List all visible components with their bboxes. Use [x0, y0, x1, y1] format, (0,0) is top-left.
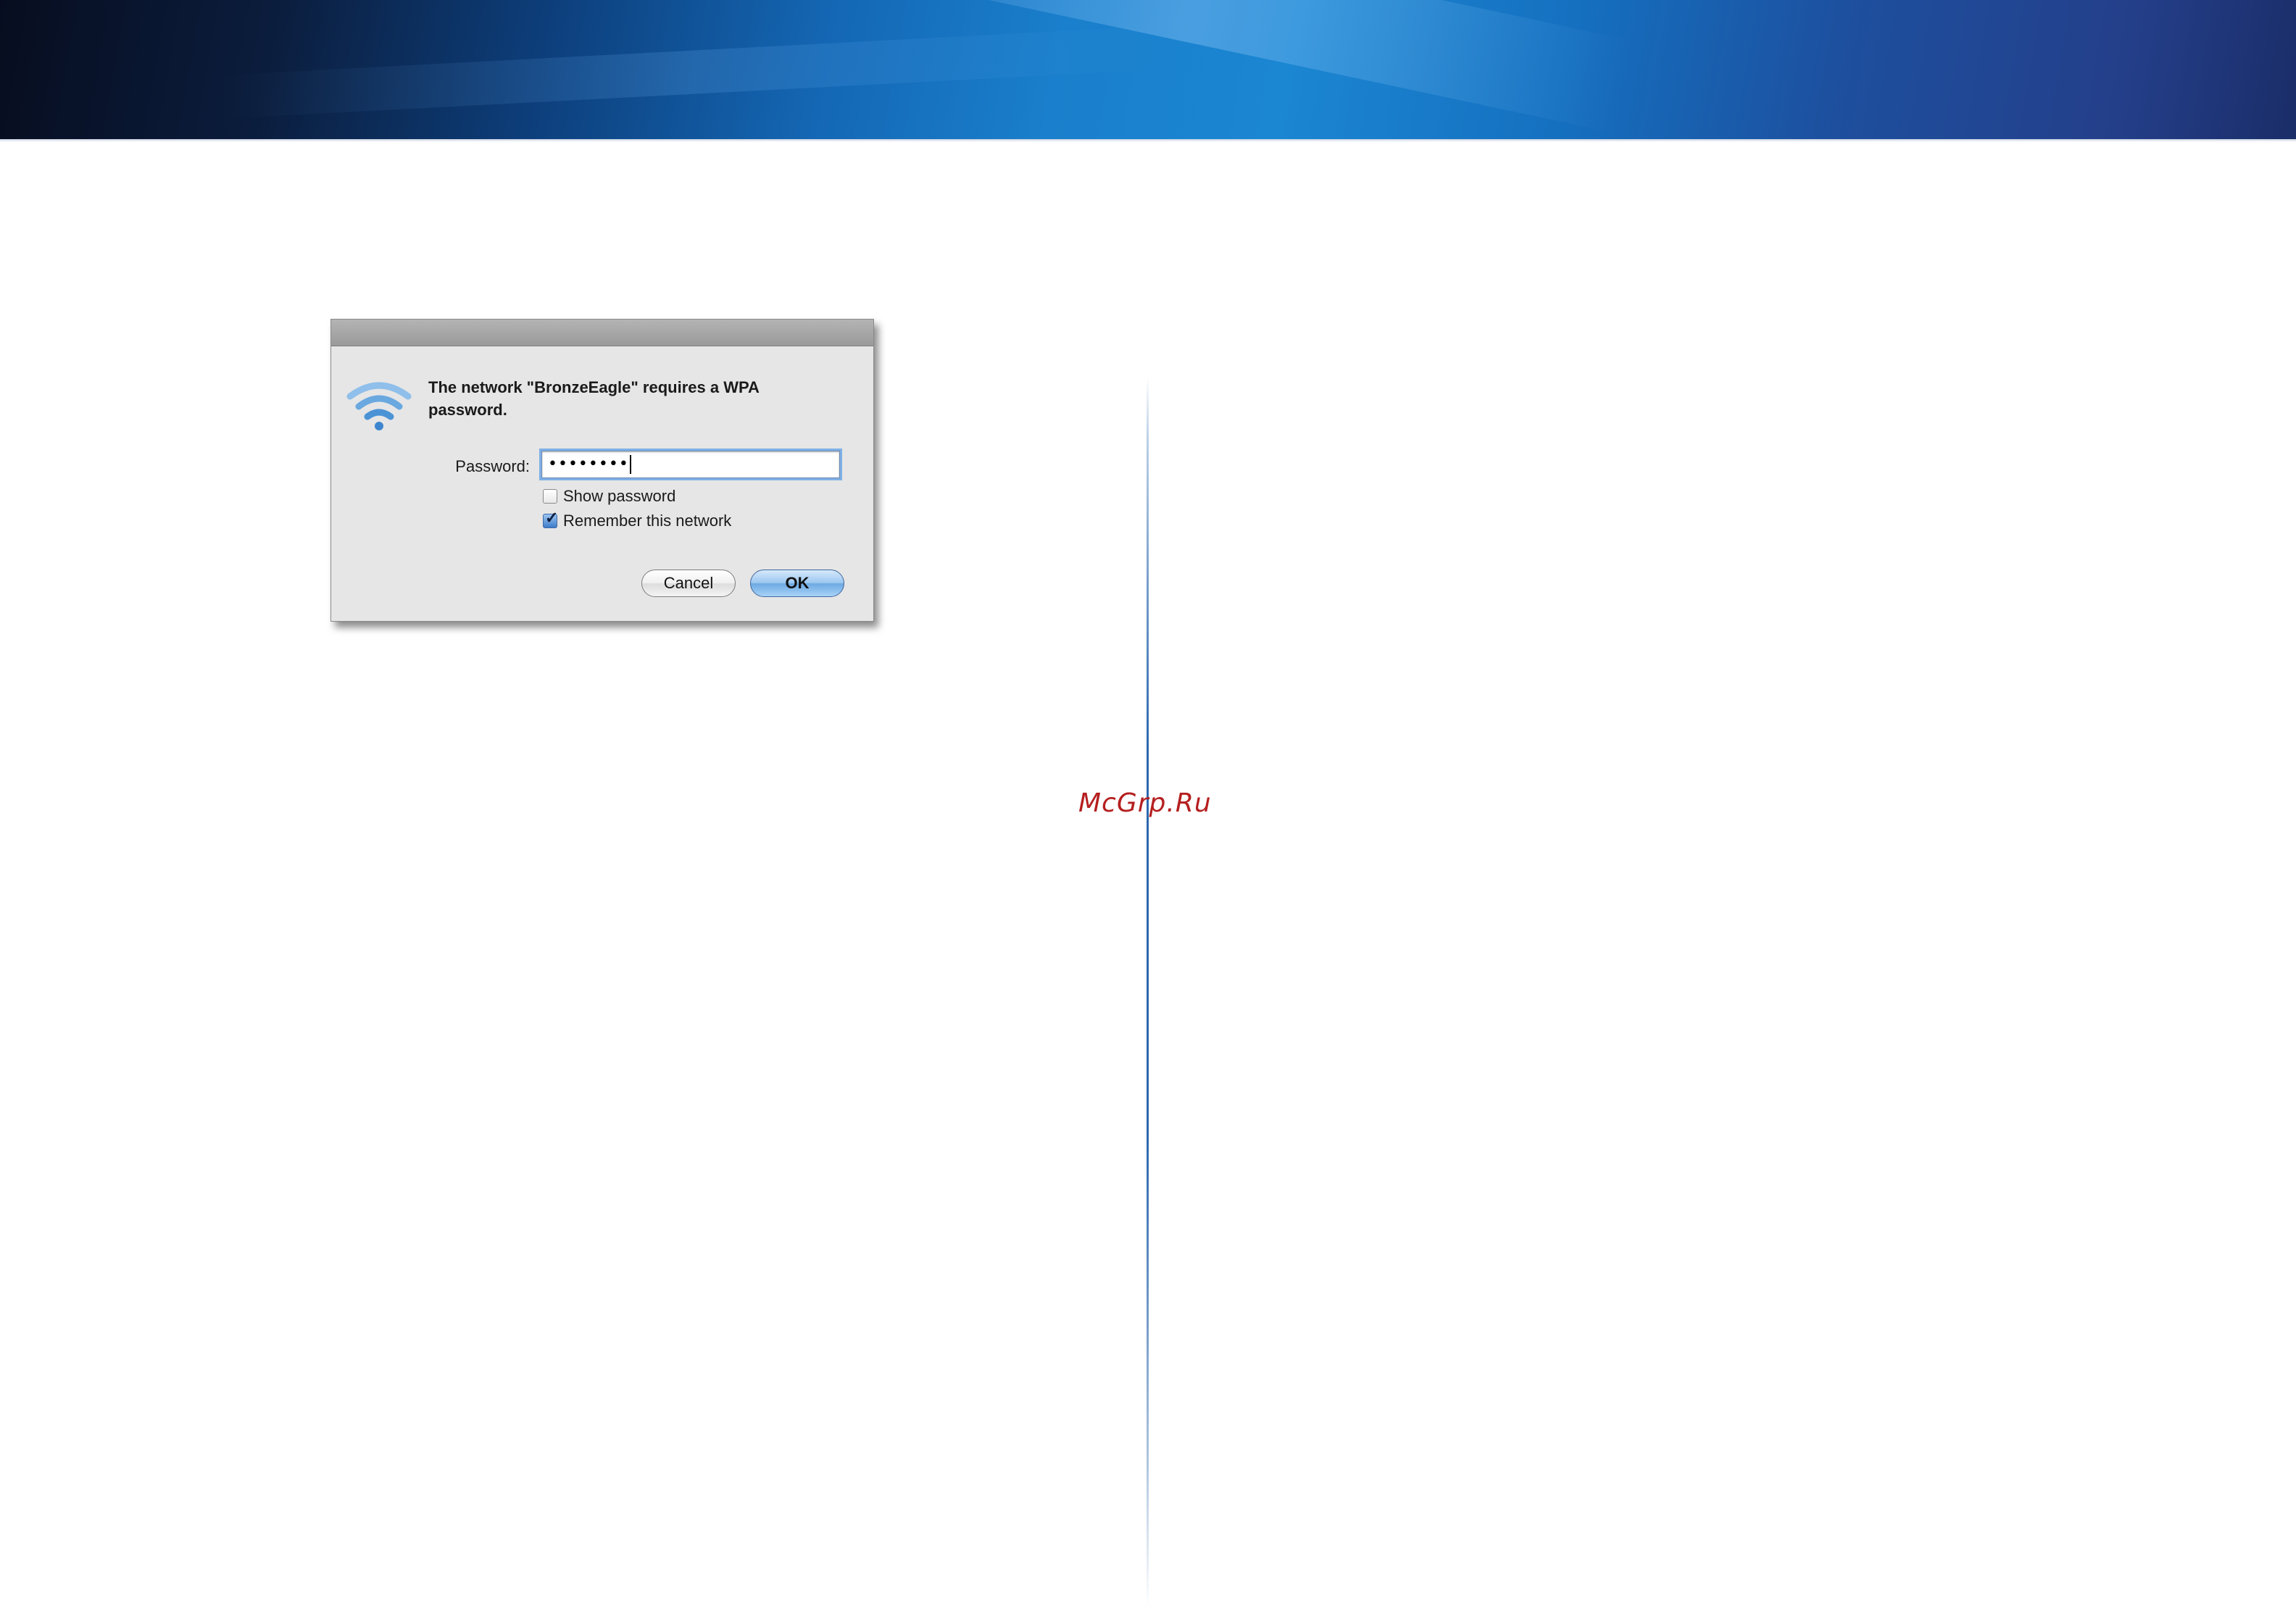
password-field[interactable]: •••••••• [541, 451, 840, 478]
banner-light-streak [217, 26, 1160, 119]
remember-network-checkbox[interactable]: ✓ [543, 510, 558, 528]
show-password-row[interactable]: Show password [543, 486, 675, 506]
wifi-icon [346, 382, 412, 430]
show-password-checkbox[interactable] [543, 489, 557, 504]
remember-network-row[interactable]: ✓ Remember this network [543, 510, 732, 531]
remember-network-label: Remember this network [563, 512, 732, 530]
header-banner [0, 0, 2296, 139]
checkmark-icon: ✓ [545, 509, 559, 527]
watermark: McGrp.Ru [1078, 788, 1212, 818]
text-caret [629, 455, 631, 474]
dialog-message: The network "BronzeEagle" requires a WPA… [428, 376, 849, 421]
dialog-titlebar[interactable] [331, 320, 873, 346]
banner-edge [0, 139, 2296, 142]
show-password-label: Show password [563, 487, 676, 505]
password-label: Password: [455, 457, 530, 475]
dialog-message-line: The network "BronzeEagle" requires a WPA [428, 378, 760, 396]
dialog-message-line: password. [428, 401, 507, 419]
ok-button[interactable]: OK [750, 570, 844, 597]
column-divider [1147, 377, 1149, 1609]
password-value: •••••••• [548, 455, 629, 473]
wifi-password-dialog: The network "BronzeEagle" requires a WPA… [330, 319, 874, 622]
cancel-button[interactable]: Cancel [641, 570, 736, 597]
